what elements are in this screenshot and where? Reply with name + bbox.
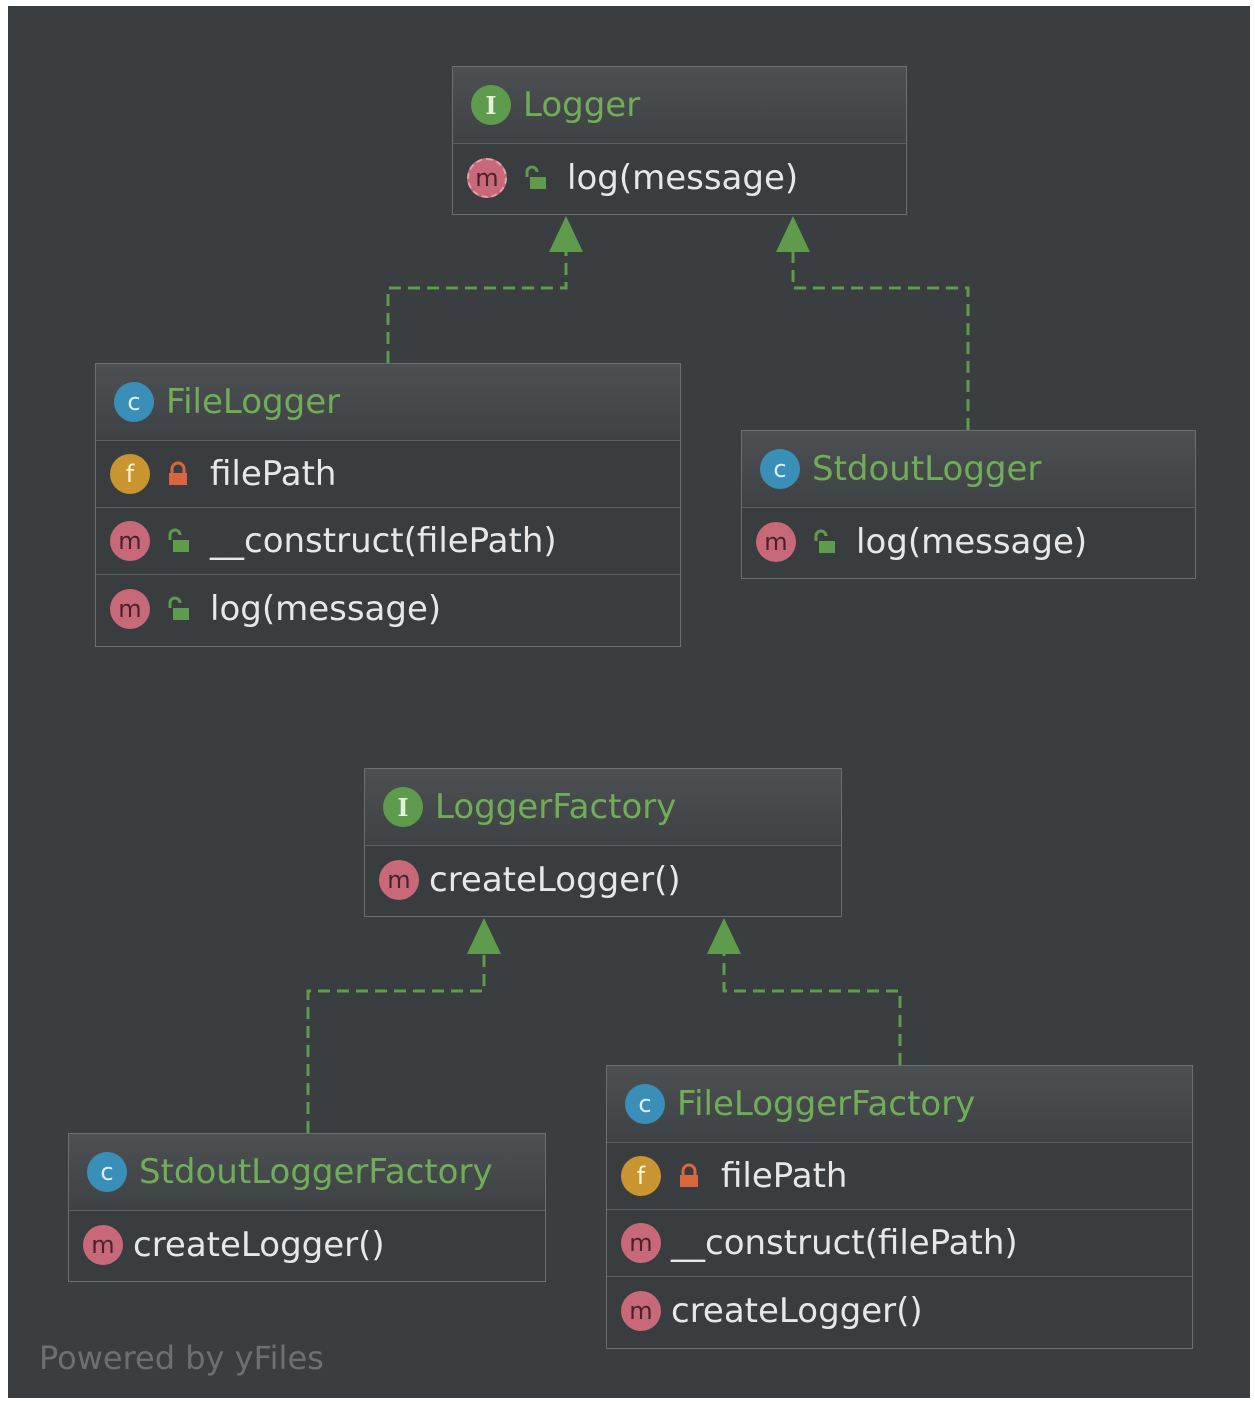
node-title: StdoutLoggerFactory [139,1152,493,1192]
private-lock-icon [169,461,187,485]
node-title: FileLogger [166,382,341,422]
member-row[interactable]: m log(message) [453,144,906,211]
member-text: __construct(filePath) [210,521,557,561]
method-icon: m [110,521,150,561]
node-header: I LoggerFactory [365,769,841,846]
edge-stdoutlogger-to-logger [791,251,970,430]
node-header: c FileLoggerFactory [607,1066,1192,1143]
node-header: c StdoutLoggerFactory [69,1134,545,1211]
node-title: StdoutLogger [812,449,1042,489]
node-header: I Logger [453,67,906,144]
logger-interface-node[interactable]: I Logger m log(message) [452,66,907,215]
member-text: __construct(filePath) [671,1223,1018,1263]
field-icon: f [110,454,150,494]
member-text: log(message) [856,521,1088,562]
edge-arrowhead [549,216,583,252]
class-icon: c [114,382,154,422]
edge-filelogger-to-logger [386,251,568,363]
member-row[interactable]: f filePath [96,441,680,508]
interface-icon: I [471,85,511,125]
member-text: filePath [210,454,337,494]
member-row[interactable]: m __construct(filePath) [96,508,680,575]
edge-arrowhead [707,918,741,954]
member-row[interactable]: m createLogger() [365,846,841,913]
public-lock-icon [168,596,189,620]
member-text: filePath [721,1156,848,1196]
method-icon: m [110,588,150,629]
watermark-text: Powered by yFiles [39,1339,324,1377]
class-icon: c [625,1084,665,1124]
field-icon: f [621,1156,661,1196]
member-row[interactable]: m createLogger() [69,1211,545,1278]
member-text: createLogger() [429,859,681,900]
class-icon: c [760,449,800,489]
node-header: c FileLogger [96,364,680,441]
edge-stdoutloggerfactory-to-loggerfactory [306,953,486,1133]
node-title: FileLoggerFactory [677,1084,976,1124]
filelogger-class-node[interactable]: c FileLogger f filePath m __construct(fi… [95,363,681,647]
member-text: log(message) [210,588,442,629]
private-lock-icon [680,1163,698,1187]
method-icon: m [621,1290,661,1331]
stdoutlogger-class-node[interactable]: c StdoutLogger m log(message) [741,430,1196,579]
node-header: c StdoutLogger [742,431,1195,508]
method-icon: m [621,1223,661,1263]
public-lock-icon [525,165,546,189]
edge-fileloggerfactory-to-loggerfactory [722,953,902,1065]
edge-arrowhead [776,216,810,252]
member-row[interactable]: f filePath [607,1143,1192,1210]
member-row[interactable]: m log(message) [742,508,1195,575]
abstract-method-icon: m [467,157,507,198]
member-text: createLogger() [133,1224,385,1265]
public-lock-icon [168,528,189,552]
method-icon: m [379,859,419,900]
diagram-canvas: I Logger m log(message) c FileLogger f f… [8,6,1250,1398]
member-text: log(message) [567,157,799,198]
node-title: Logger [523,85,641,125]
fileloggerfactory-class-node[interactable]: c FileLoggerFactory f filePath m __const… [606,1065,1193,1349]
method-icon: m [756,521,796,562]
member-row[interactable]: m __construct(filePath) [607,1210,1192,1277]
stdoutloggerfactory-class-node[interactable]: c StdoutLoggerFactory m createLogger() [68,1133,546,1282]
loggerfactory-interface-node[interactable]: I LoggerFactory m createLogger() [364,768,842,917]
method-icon: m [83,1224,123,1265]
edge-arrowhead [467,918,501,954]
member-text: createLogger() [671,1290,923,1331]
class-icon: c [87,1152,127,1192]
member-row[interactable]: m log(message) [96,575,680,642]
member-row[interactable]: m createLogger() [607,1277,1192,1344]
public-lock-icon [814,529,835,553]
node-title: LoggerFactory [435,787,677,827]
interface-icon: I [383,787,423,827]
